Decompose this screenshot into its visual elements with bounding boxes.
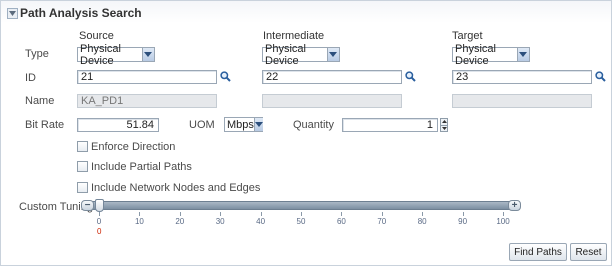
- chevron-down-icon: [141, 48, 154, 61]
- slider-tick-label: 70: [377, 217, 387, 226]
- slider-tick: [139, 212, 141, 216]
- find-paths-button[interactable]: Find Paths: [509, 243, 567, 261]
- slider-tick-label: 30: [215, 217, 225, 226]
- include-network-nodes-label: Include Network Nodes and Edges: [91, 182, 261, 194]
- target-type-value: Physical Device: [455, 42, 496, 67]
- intermediate-type-select[interactable]: Physical Device: [262, 43, 340, 67]
- slider-tick: [179, 212, 181, 216]
- chevron-down-icon: [253, 118, 263, 131]
- slider-tick: [301, 212, 302, 216]
- search-icon[interactable]: [220, 71, 231, 82]
- intermediate-type-value: Physical Device: [265, 42, 306, 67]
- enforce-direction-checkbox[interactable]: [77, 141, 88, 152]
- target-id-input[interactable]: 23: [452, 70, 592, 84]
- source-name-field: KA_PD1: [77, 94, 217, 108]
- slider-value-label: 0: [97, 227, 102, 236]
- source-id-input[interactable]: 21: [77, 70, 217, 84]
- slider-tick-label: 10: [134, 217, 144, 226]
- slider-tick-label: 100: [496, 217, 510, 226]
- column-header-target: Target: [452, 30, 483, 42]
- slider-tick: [422, 212, 424, 216]
- uom-label: UOM: [189, 119, 215, 131]
- slider-tick-label: 80: [417, 217, 427, 226]
- bit-rate-label: Bit Rate: [25, 119, 65, 131]
- slider-tick: [99, 212, 100, 216]
- path-analysis-panel: Path Analysis Search Source Intermediate…: [0, 0, 612, 266]
- id-label: ID: [25, 72, 36, 84]
- panel-title: Path Analysis Search: [20, 6, 142, 20]
- decrement-icon[interactable]: [441, 124, 447, 132]
- slider-tick-label: 90: [458, 217, 468, 226]
- custom-tuning-slider[interactable]: [81, 201, 521, 210]
- quantity-stepper[interactable]: [440, 118, 448, 132]
- enforce-direction-label: Enforce Direction: [91, 141, 176, 153]
- source-type-select[interactable]: Physical Device: [77, 43, 155, 67]
- target-type-select[interactable]: Physical Device: [452, 43, 530, 67]
- slider-tick: [341, 212, 343, 216]
- type-label: Type: [25, 48, 49, 60]
- include-network-nodes-checkbox[interactable]: [77, 182, 88, 193]
- column-header-intermediate: Intermediate: [263, 30, 325, 42]
- target-name-field: [452, 94, 592, 108]
- slider-tick: [462, 212, 464, 216]
- search-icon[interactable]: [595, 71, 606, 82]
- include-partial-paths-label: Include Partial Paths: [91, 161, 192, 173]
- chevron-down-icon: [516, 48, 529, 61]
- slider-increase-button[interactable]: +: [508, 200, 521, 211]
- source-type-value: Physical Device: [80, 42, 121, 67]
- column-header-source: Source: [79, 30, 114, 42]
- slider-tick-label: 50: [296, 217, 306, 226]
- name-label: Name: [25, 95, 55, 107]
- slider-thumb[interactable]: [95, 199, 104, 212]
- reset-button[interactable]: Reset: [570, 243, 607, 261]
- slider-tick-label: 0: [96, 217, 102, 226]
- search-icon[interactable]: [405, 71, 416, 82]
- quantity-input[interactable]: 1: [342, 118, 438, 132]
- slider-tick: [381, 212, 383, 216]
- intermediate-name-field: [262, 94, 402, 108]
- slider-tick: [220, 212, 222, 216]
- slider-tick: [260, 212, 262, 216]
- chevron-down-icon: [326, 48, 339, 61]
- intermediate-id-input[interactable]: 22: [262, 70, 402, 84]
- slider-tick-label: 40: [256, 217, 266, 226]
- slider-decrease-button[interactable]: −: [81, 200, 94, 211]
- quantity-label: Quantity: [293, 119, 334, 131]
- slider-tick-label: 60: [336, 217, 346, 226]
- bit-rate-input[interactable]: 51.84: [77, 118, 159, 132]
- uom-value: Mbps: [227, 118, 254, 131]
- collapse-toggle-icon[interactable]: [7, 7, 18, 19]
- include-partial-paths-checkbox[interactable]: [77, 161, 88, 172]
- uom-select[interactable]: Mbps: [224, 117, 263, 132]
- panel-header: Path Analysis Search: [7, 5, 142, 21]
- slider-tick: [503, 212, 504, 216]
- slider-tick-label: 20: [175, 217, 185, 226]
